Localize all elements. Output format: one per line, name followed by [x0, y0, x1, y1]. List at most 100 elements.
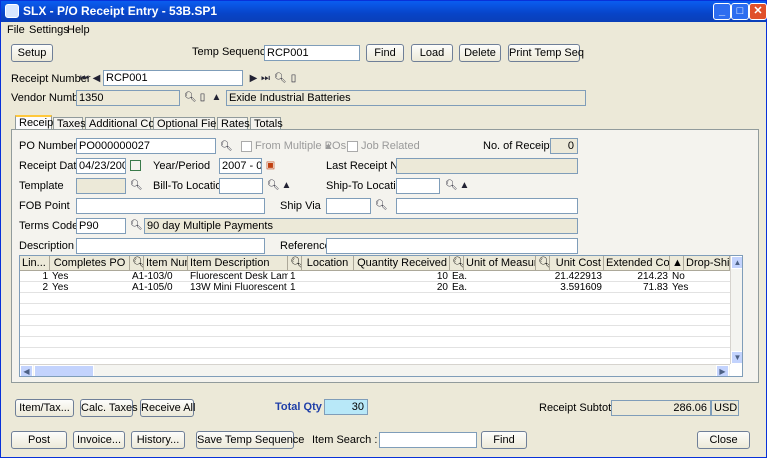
- col-drop-ship-sort-icon[interactable]: ▲: [670, 256, 684, 271]
- currency-field: USD: [711, 400, 739, 416]
- previous-record-icon[interactable]: ◀: [91, 73, 102, 84]
- bill-to-zoom-up-icon[interactable]: ▲: [281, 180, 292, 191]
- close-window-button[interactable]: ✕: [749, 3, 767, 20]
- calc-taxes-button[interactable]: Calc. Taxes: [80, 399, 138, 417]
- item-search-find-button[interactable]: Find: [481, 431, 527, 449]
- temp-sequence-field[interactable]: RCP001: [264, 45, 360, 61]
- post-button[interactable]: Post: [11, 431, 67, 449]
- table-row[interactable]: [20, 326, 730, 337]
- scroll-up-icon[interactable]: ▲: [731, 256, 742, 269]
- new-document-icon[interactable]: ▯: [288, 73, 299, 84]
- col-item-search-icon[interactable]: 🔍︎: [130, 256, 144, 271]
- receipt-number-field[interactable]: RCP001: [103, 70, 243, 86]
- item-tax-button[interactable]: Item/Tax...: [15, 399, 74, 417]
- col-header-unit-of-measure[interactable]: Unit of Measure: [464, 256, 536, 271]
- template-search-icon[interactable]: 🔍︎: [130, 180, 143, 191]
- job-related-checkbox[interactable]: [347, 141, 358, 152]
- history-button[interactable]: History...: [131, 431, 185, 449]
- save-temp-sequence-button[interactable]: Save Temp Sequence: [196, 431, 304, 449]
- from-multiple-pos-checkbox[interactable]: [241, 141, 252, 152]
- print-temp-seq-button[interactable]: Print Temp Seq: [508, 44, 584, 62]
- col-header-completes-po[interactable]: Completes PO: [50, 256, 130, 271]
- col-header-unit-cost[interactable]: Unit Cost: [550, 256, 604, 271]
- cell-location: 1: [290, 282, 296, 293]
- receipt-date-field[interactable]: 04/23/2007: [76, 158, 126, 174]
- cell-completes-po: Yes: [52, 271, 69, 282]
- vertical-scrollbar[interactable]: ▲ ▼: [730, 256, 742, 364]
- col-header-drop-ship[interactable]: Drop-Ship: [684, 256, 730, 271]
- ship-to-zoom-up-icon[interactable]: ▲: [459, 180, 470, 191]
- ship-to-search-icon[interactable]: 🔍︎: [445, 180, 458, 191]
- reference-label: Reference: [280, 240, 331, 252]
- scroll-thumb[interactable]: [34, 365, 94, 376]
- find-button[interactable]: Find: [366, 44, 404, 62]
- col-header-line[interactable]: Lin...: [20, 256, 50, 271]
- total-qty-field: 30: [324, 399, 368, 415]
- delete-button[interactable]: Delete: [459, 44, 501, 62]
- ship-via-description-field[interactable]: [396, 198, 578, 214]
- fob-point-field[interactable]: [76, 198, 265, 214]
- first-record-icon[interactable]: ⏮: [79, 73, 90, 84]
- setup-button[interactable]: Setup: [11, 44, 53, 62]
- scroll-down-icon[interactable]: ▼: [731, 351, 742, 364]
- ship-to-location-field[interactable]: [396, 178, 440, 194]
- table-row[interactable]: 1 Yes A1-103/0 Fluorescent Desk Lamp 1 1…: [20, 271, 730, 282]
- table-row[interactable]: [20, 293, 730, 304]
- vendor-document-icon[interactable]: ▯: [197, 92, 208, 103]
- item-search-label: Item Search :: [312, 434, 378, 446]
- receipt-date-label: Receipt Date: [19, 160, 83, 172]
- vendor-zoom-up-icon[interactable]: ▲: [211, 92, 222, 103]
- load-button[interactable]: Load: [411, 44, 453, 62]
- ship-via-search-icon[interactable]: 🔍︎: [375, 200, 388, 211]
- year-period-field[interactable]: 2007 - 04: [219, 158, 262, 174]
- table-row[interactable]: [20, 315, 730, 326]
- template-label: Template: [19, 180, 64, 192]
- horizontal-scrollbar[interactable]: ◀ ▶: [20, 364, 730, 376]
- po-search-icon[interactable]: 🔍︎: [220, 141, 233, 152]
- terms-code-field[interactable]: P90: [76, 218, 126, 234]
- table-row[interactable]: 2 Yes A1-105/0 13W Mini Fluorescent Bulb…: [20, 282, 730, 293]
- col-header-item-number[interactable]: Item Number: [144, 256, 188, 271]
- menu-file[interactable]: File: [7, 24, 25, 36]
- menu-help[interactable]: Help: [67, 24, 90, 36]
- col-header-extended-cost[interactable]: Extended Cost: [604, 256, 670, 271]
- col-uom-search-icon[interactable]: 🔍︎: [450, 256, 464, 271]
- search-icon[interactable]: 🔍︎: [274, 73, 287, 84]
- minimize-button[interactable]: _: [713, 3, 731, 20]
- last-record-icon[interactable]: ⏭: [260, 73, 271, 84]
- cell-drop-ship: Yes: [672, 282, 689, 293]
- po-number-field[interactable]: PO000000027: [76, 138, 216, 154]
- col-header-quantity-received[interactable]: Quantity Received: [354, 256, 450, 271]
- col-header-item-description[interactable]: Item Description: [188, 256, 288, 271]
- col-location-search-icon[interactable]: 🔍︎: [288, 256, 302, 271]
- invoice-button[interactable]: Invoice...: [73, 431, 125, 449]
- total-qty-label: Total Qty :: [275, 401, 329, 413]
- item-search-field[interactable]: [379, 432, 477, 448]
- ship-via-label: Ship Via: [280, 200, 321, 212]
- reference-field[interactable]: [326, 238, 578, 254]
- table-row[interactable]: [20, 337, 730, 348]
- receive-all-button[interactable]: Receive All: [140, 399, 195, 417]
- scroll-left-icon[interactable]: ◀: [20, 365, 33, 376]
- bill-to-search-icon[interactable]: 🔍︎: [267, 180, 280, 191]
- table-row[interactable]: [20, 348, 730, 359]
- maximize-button[interactable]: □: [731, 3, 749, 20]
- vendor-search-icon[interactable]: 🔍︎: [184, 92, 197, 103]
- year-period-finder-icon[interactable]: ▣: [265, 160, 276, 171]
- close-button[interactable]: Close: [697, 431, 750, 449]
- description-field[interactable]: [76, 238, 265, 254]
- menu-bar: File Settings Help: [1, 22, 766, 38]
- menu-settings[interactable]: Settings: [29, 24, 69, 36]
- no-of-receipts-label: No. of Receipts: [483, 140, 559, 152]
- table-row[interactable]: [20, 304, 730, 315]
- col-unit-cost-search-icon[interactable]: 🔍︎: [536, 256, 550, 271]
- col-header-location[interactable]: Location: [302, 256, 354, 271]
- bill-to-location-field[interactable]: [219, 178, 263, 194]
- window: SLX - P/O Receipt Entry - 53B.SP1 _ □ ✕ …: [0, 0, 767, 458]
- ship-via-field[interactable]: [326, 198, 371, 214]
- scroll-right-icon[interactable]: ▶: [716, 365, 729, 376]
- cell-item-number: A1-105/0: [132, 282, 173, 293]
- calendar-icon[interactable]: [130, 160, 141, 171]
- terms-search-icon[interactable]: 🔍︎: [130, 220, 143, 231]
- next-record-icon[interactable]: ▶: [248, 73, 259, 84]
